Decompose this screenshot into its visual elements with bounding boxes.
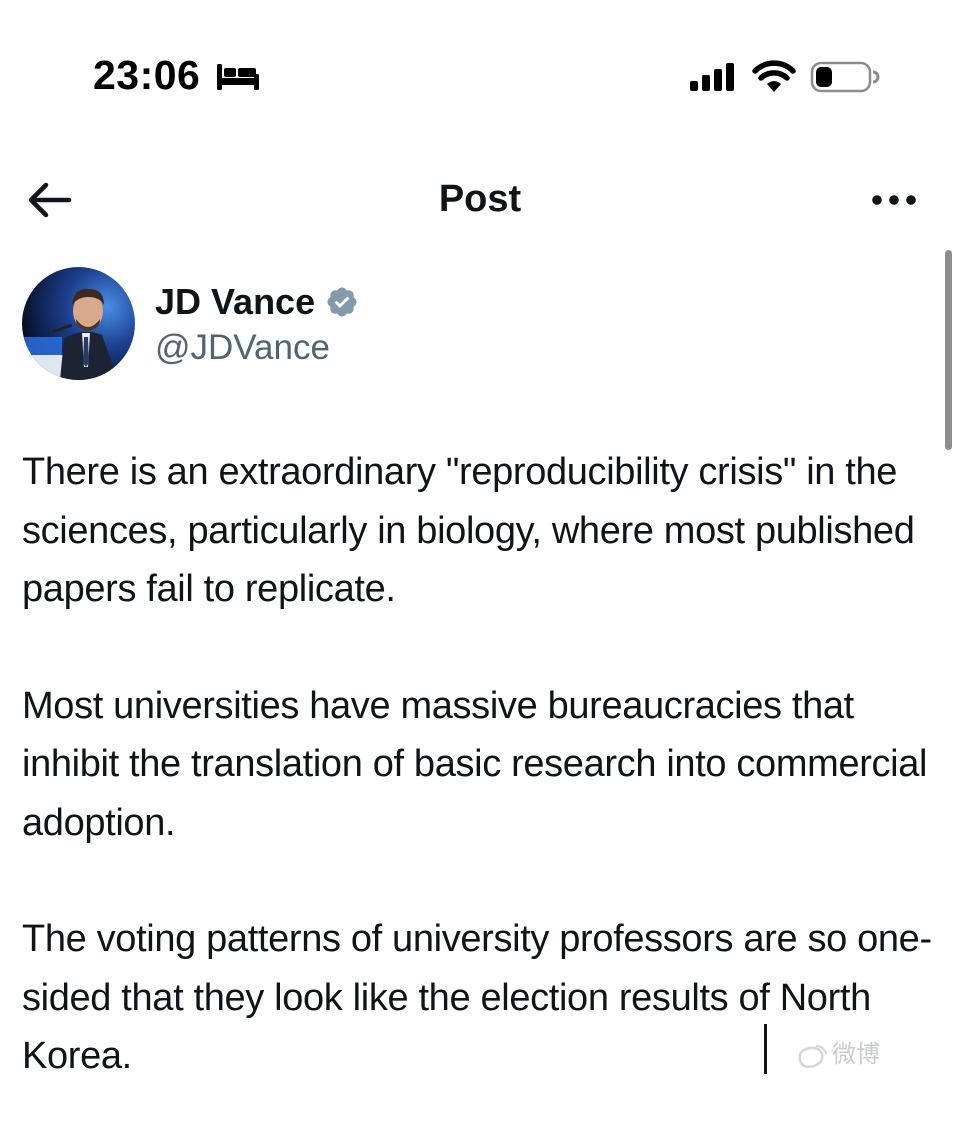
author-name[interactable]: JD Vance [155, 280, 315, 324]
battery-icon [810, 61, 880, 93]
bed-icon [217, 64, 259, 90]
author-handle[interactable]: @JDVance [155, 326, 330, 370]
wifi-icon [752, 60, 796, 92]
text-cursor [764, 1024, 767, 1074]
cellular-signal-icon [690, 63, 734, 91]
post-paragraph: Most universities have massive bureaucra… [22, 684, 928, 844]
more-horizontal-icon[interactable] [868, 185, 920, 215]
status-time: 23:06 [93, 52, 201, 98]
avatar-photo [22, 267, 135, 380]
scrollbar[interactable] [945, 250, 952, 450]
page-title: Post [438, 178, 522, 220]
post-paragraph: There is an extraordinary "reproducibili… [22, 451, 915, 610]
avatar[interactable] [22, 267, 135, 380]
verified-badge-icon[interactable] [325, 285, 359, 319]
author-name-row: JD Vance [155, 280, 359, 324]
watermark-text: 微博 [832, 1041, 880, 1068]
status-bar: 23:06 [0, 0, 960, 150]
